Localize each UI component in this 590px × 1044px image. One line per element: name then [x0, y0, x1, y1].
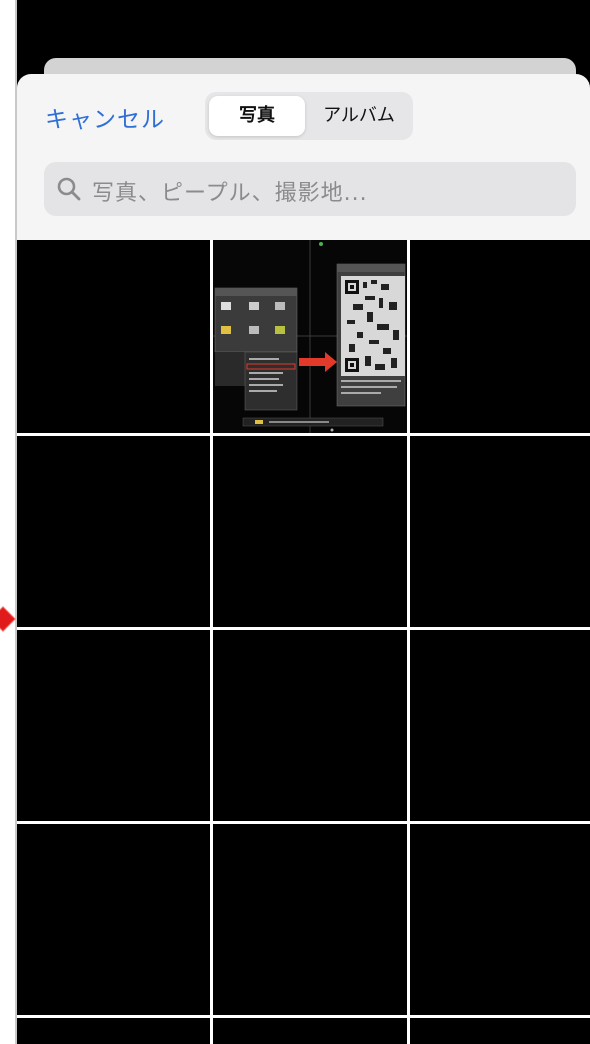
- grid-divider: [17, 821, 590, 824]
- grid-divider: [407, 240, 410, 1044]
- left-margin: [0, 0, 17, 1044]
- segmented-control: 写真 アルバム: [205, 92, 413, 140]
- photo-thumbnail-dvr-menu[interactable]: [213, 240, 407, 433]
- photo-picker-screen: キャンセル 写真 アルバム 写真、ピープル、撮影地...: [17, 0, 590, 1044]
- dvr-menu-thumbnail-image: [213, 240, 407, 433]
- cancel-button[interactable]: キャンセル: [45, 100, 165, 134]
- grid-divider: [17, 1015, 590, 1018]
- tab-albums[interactable]: アルバム: [309, 96, 409, 136]
- search-icon: [57, 177, 81, 201]
- photo-cell[interactable]: [410, 240, 590, 433]
- tab-photos[interactable]: 写真: [209, 96, 305, 136]
- search-field[interactable]: 写真、ピープル、撮影地...: [44, 162, 576, 216]
- grid-divider: [17, 433, 590, 436]
- grid-divider: [210, 240, 213, 1044]
- photo-grid: [17, 240, 590, 1044]
- red-arrow-marker: [0, 606, 16, 632]
- grid-divider: [17, 627, 590, 630]
- search-placeholder: 写真、ピープル、撮影地...: [92, 181, 368, 206]
- photo-cell[interactable]: [17, 240, 210, 433]
